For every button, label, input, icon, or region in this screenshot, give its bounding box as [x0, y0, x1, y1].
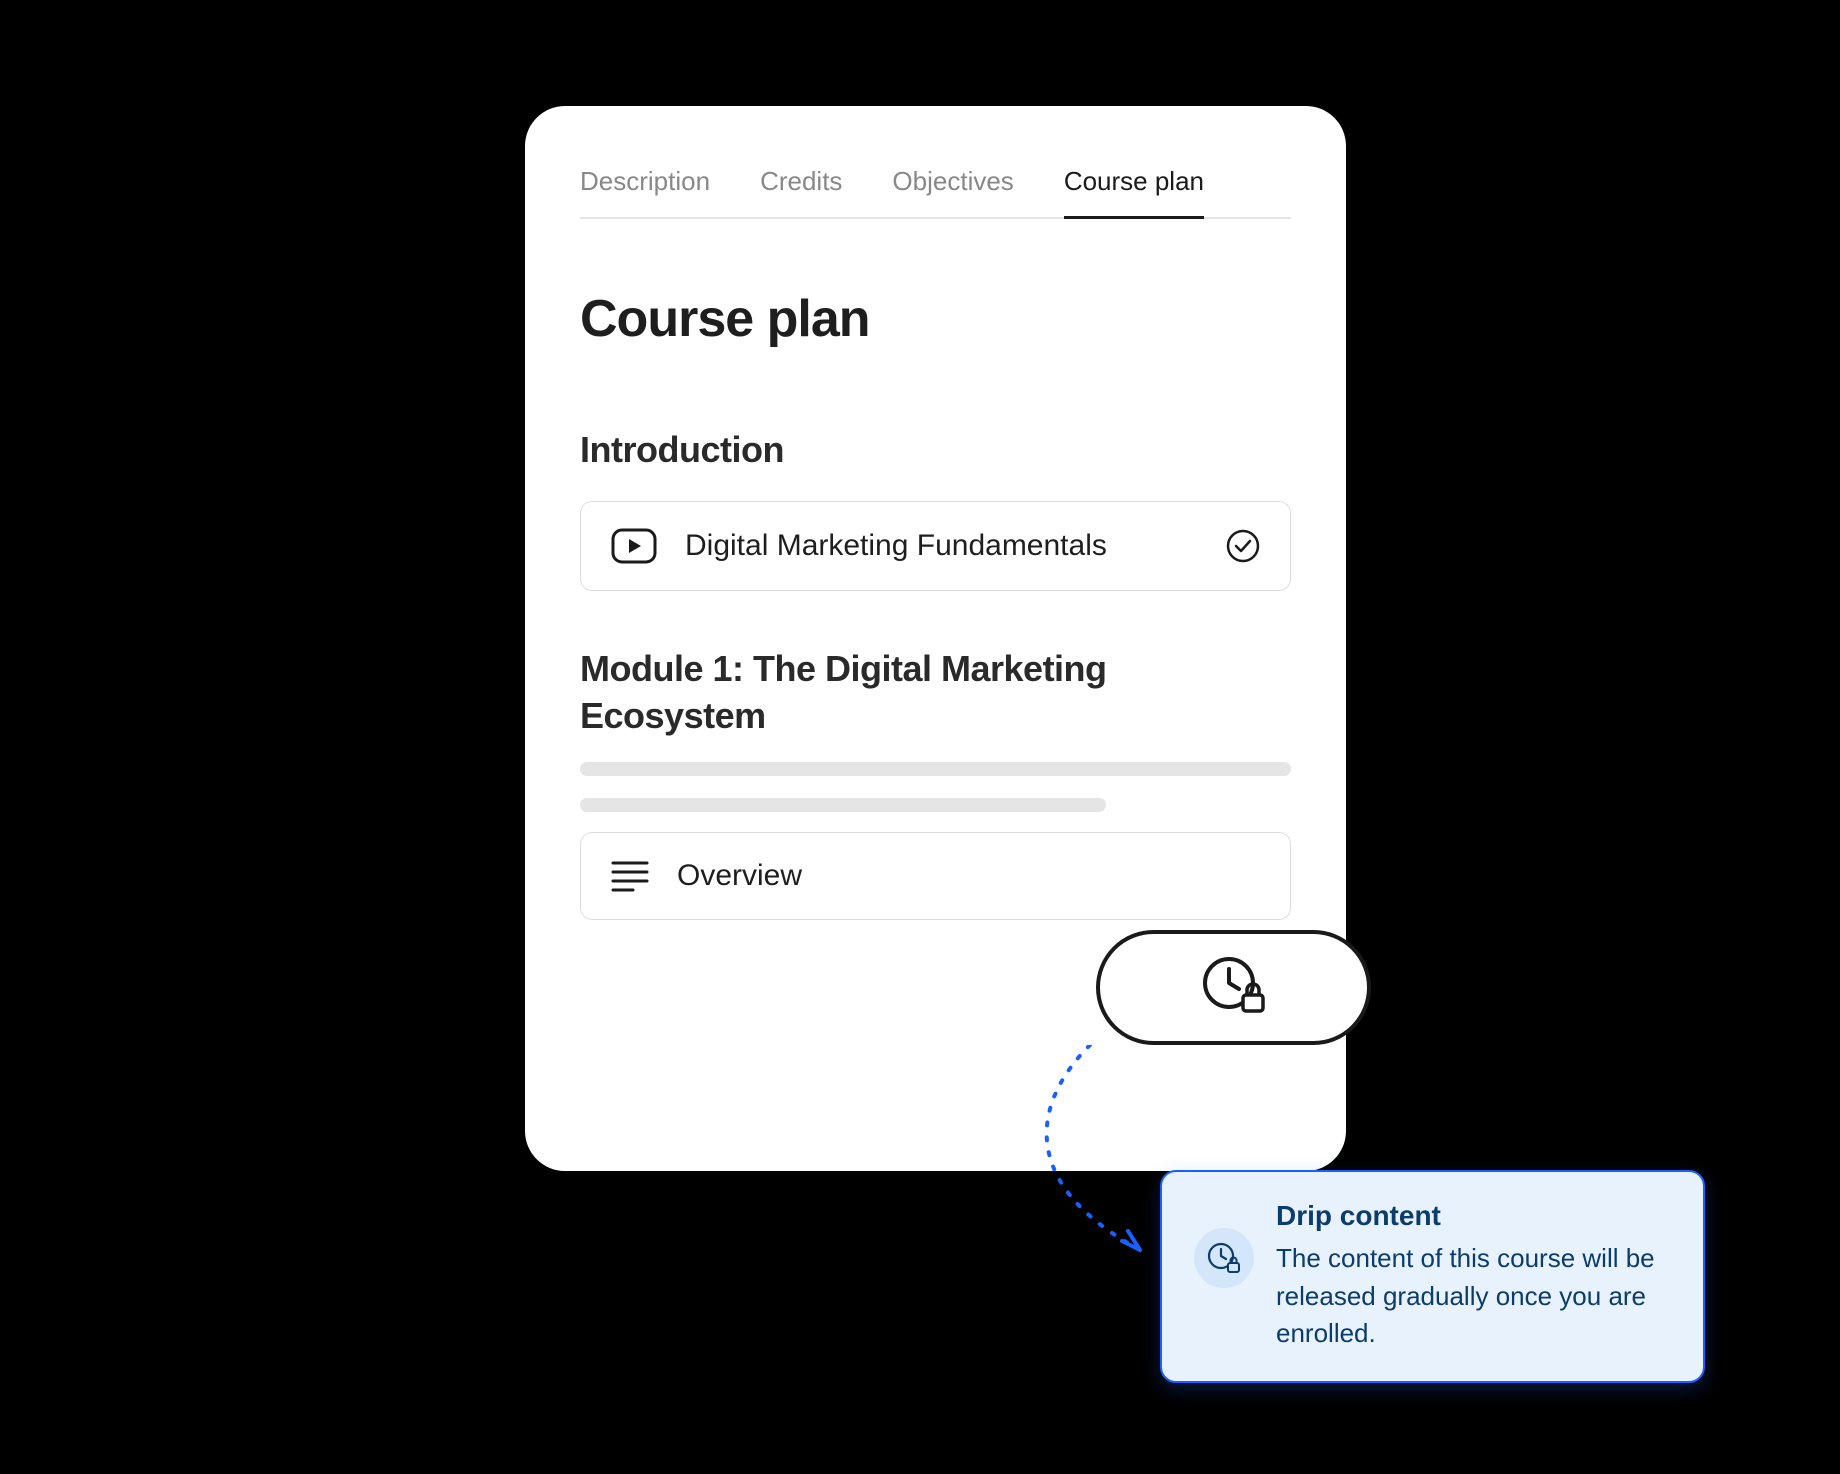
section-title-module-1: Module 1: The Digital Marketing Ecosyste…: [580, 646, 1291, 740]
lesson-title: Digital Marketing Fundamentals: [685, 529, 1198, 563]
text-icon: [611, 859, 649, 893]
lesson-title: Overview: [677, 859, 1198, 893]
tab-objectives[interactable]: Objectives: [892, 166, 1013, 217]
placeholder-line: [580, 798, 1106, 812]
tabs: Description Credits Objectives Course pl…: [580, 166, 1291, 219]
page-title: Course plan: [580, 289, 1291, 349]
tab-description[interactable]: Description: [580, 166, 710, 217]
tooltip-title: Drip content: [1276, 1200, 1671, 1232]
lesson-item[interactable]: Digital Marketing Fundamentals: [580, 501, 1291, 591]
placeholder-lines: [580, 762, 1291, 812]
tooltip-content: Drip content The content of this course …: [1276, 1200, 1671, 1353]
video-icon: [611, 528, 657, 564]
tab-course-plan[interactable]: Course plan: [1064, 166, 1204, 217]
clock-lock-icon: [1201, 955, 1267, 1020]
placeholder-line: [580, 762, 1291, 776]
section-title-introduction: Introduction: [580, 429, 1291, 471]
drip-callout-pill: [1096, 930, 1371, 1045]
check-circle-icon: [1226, 529, 1260, 563]
drip-tooltip: Drip content The content of this course …: [1160, 1170, 1705, 1383]
lesson-item[interactable]: Overview: [580, 832, 1291, 920]
clock-lock-icon: [1194, 1228, 1254, 1288]
tooltip-body: The content of this course will be relea…: [1276, 1240, 1671, 1353]
tab-credits[interactable]: Credits: [760, 166, 842, 217]
